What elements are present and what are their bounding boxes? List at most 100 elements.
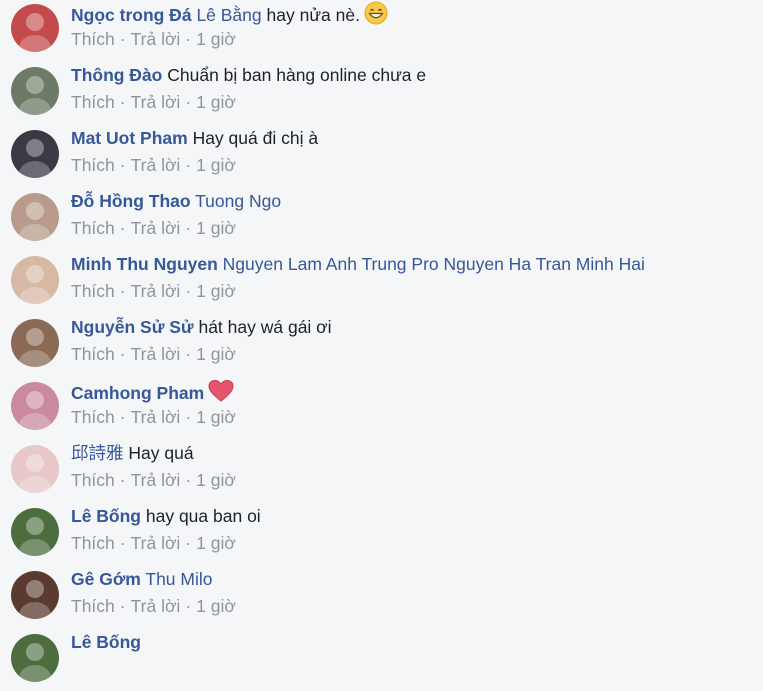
reply-link[interactable]: Trả lời xyxy=(131,344,181,364)
avatar[interactable] xyxy=(11,193,59,241)
avatar[interactable] xyxy=(11,4,59,52)
comment-author-link[interactable]: Mat Uot Pham xyxy=(71,128,188,148)
comment-timestamp[interactable]: 1 giờ xyxy=(196,407,236,427)
separator-dot: · xyxy=(119,218,126,238)
comment-actions: Thích · Trả lời · 1 giờ xyxy=(71,406,236,428)
comment-timestamp[interactable]: 1 giờ xyxy=(196,596,236,616)
reply-link[interactable]: Trả lời xyxy=(131,407,181,427)
comment-author-link[interactable]: Đỗ Hồng Thao xyxy=(71,191,191,211)
comment-author-link[interactable]: Nguyễn Sử Sử xyxy=(71,317,194,337)
separator-dot: · xyxy=(119,470,126,490)
like-link[interactable]: Thích xyxy=(71,533,115,553)
separator-dot: · xyxy=(119,29,126,49)
separator-dot: · xyxy=(119,92,126,112)
comment-author-link[interactable]: Lê Bống xyxy=(71,506,141,526)
comment-timestamp[interactable]: 1 giờ xyxy=(196,29,236,49)
like-link[interactable]: Thích xyxy=(71,29,115,49)
comment-text: Hay quá đi chị à xyxy=(192,128,319,148)
comment-author-link[interactable]: Minh Thu Nguyen xyxy=(71,254,218,274)
comment-text: Chuẩn bị ban hàng online chưa e xyxy=(167,65,427,85)
comment-text: hay nửa nè. xyxy=(266,5,360,25)
comment-body: Gê Gớm Thu Milo xyxy=(71,568,212,590)
comment-body: Thông Đào Chuẩn bị ban hàng online chưa … xyxy=(71,64,426,86)
tagged-user-link[interactable]: Lê Bằng xyxy=(196,5,261,25)
like-link[interactable]: Thích xyxy=(71,92,115,112)
comment-author-link[interactable]: Gê Gớm xyxy=(71,569,141,589)
comment-timestamp[interactable]: 1 giờ xyxy=(196,281,236,301)
comment-body: Lê Bống hay qua ban oi xyxy=(71,505,261,527)
grinning-emoji xyxy=(364,1,388,30)
comment-timestamp[interactable]: 1 giờ xyxy=(196,218,236,238)
reply-link[interactable]: Trả lời xyxy=(131,29,181,49)
comment-item: Mat Uot Pham Hay quá đi chị à Thích · Trả l… xyxy=(0,124,763,187)
avatar[interactable] xyxy=(11,571,59,619)
comment-actions: Thích · Trả lời · 1 giờ xyxy=(71,532,236,554)
avatar[interactable] xyxy=(11,634,59,682)
comment-author-link[interactable]: 邱詩雅 xyxy=(71,444,124,464)
avatar[interactable] xyxy=(11,130,59,178)
reply-link[interactable]: Trả lời xyxy=(131,92,181,112)
avatar[interactable] xyxy=(11,508,59,556)
comment-actions: Thích · Trả lời · 1 giờ xyxy=(71,217,236,239)
avatar[interactable] xyxy=(11,382,59,430)
comment-actions: Thích · Trả lời · 1 giờ xyxy=(71,91,236,113)
separator-dot: · xyxy=(119,155,126,175)
like-link[interactable]: Thích xyxy=(71,218,115,238)
comment-actions: Thích · Trả lời · 1 giờ xyxy=(71,280,236,302)
comment-actions: Thích · Trả lời · 1 giờ xyxy=(71,28,236,50)
comment-item: Gê Gớm Thu Milo Thích · Trả lời · 1 giờ xyxy=(0,565,763,628)
comment-timestamp[interactable]: 1 giờ xyxy=(196,533,236,553)
comment-body: Ngọc trong Đá Lê Bằng hay nửa nè. xyxy=(71,1,388,30)
comment-item: Nguyễn Sử Sử hát hay wá gái ơi Thích · Trả … xyxy=(0,313,763,376)
avatar[interactable] xyxy=(11,256,59,304)
tagged-user-link[interactable]: Nguyen Lam Anh Trung Pro Nguyen Ha Tran … xyxy=(223,254,645,274)
like-link[interactable]: Thích xyxy=(71,596,115,616)
comment-author-link[interactable]: Ngọc trong Đá xyxy=(71,5,192,25)
like-link[interactable]: Thích xyxy=(71,470,115,490)
reply-link[interactable]: Trả lời xyxy=(131,533,181,553)
avatar[interactable] xyxy=(11,445,59,493)
reply-link[interactable]: Trả lời xyxy=(131,218,181,238)
comment-timestamp[interactable]: 1 giờ xyxy=(196,155,236,175)
comment-item: Thông Đào Chuẩn bị ban hàng online chưa … xyxy=(0,61,763,124)
comment-author-link[interactable]: Thông Đào xyxy=(71,65,162,85)
separator-dot: · xyxy=(119,344,126,364)
reply-link[interactable]: Trả lời xyxy=(131,281,181,301)
reply-link[interactable]: Trả lời xyxy=(131,596,181,616)
comment-body: Lê Bống xyxy=(71,631,141,653)
reply-link[interactable]: Trả lời xyxy=(131,470,181,490)
comment-author-link[interactable]: Lê Bống xyxy=(71,632,141,652)
like-link[interactable]: Thích xyxy=(71,344,115,364)
separator-dot: · xyxy=(185,407,192,427)
avatar[interactable] xyxy=(11,319,59,367)
separator-dot: · xyxy=(185,218,192,238)
comment-timestamp[interactable]: 1 giờ xyxy=(196,344,236,364)
comment-timestamp[interactable]: 1 giờ xyxy=(196,470,236,490)
comment-text: Hay quá xyxy=(128,443,194,463)
comment-actions: Thích · Trả lời · 1 giờ xyxy=(71,343,236,365)
comment-body: 邱詩雅 Hay quá xyxy=(71,442,194,465)
like-link[interactable]: Thích xyxy=(71,407,115,427)
separator-dot: · xyxy=(119,596,126,616)
comment-actions: Thích · Trả lời · 1 giờ xyxy=(71,154,236,176)
reply-link[interactable]: Trả lời xyxy=(131,155,181,175)
separator-dot: · xyxy=(185,533,192,553)
comment-text: hát hay wá gái ơi xyxy=(198,317,332,337)
tagged-user-link[interactable]: Tuong Ngo xyxy=(195,191,281,211)
separator-dot: · xyxy=(185,470,192,490)
separator-dot: · xyxy=(185,344,192,364)
separator-dot: · xyxy=(119,281,126,301)
comment-item: 邱詩雅 Hay quá Thích · Trả lời · 1 giờ xyxy=(0,439,763,502)
separator-dot: · xyxy=(119,407,126,427)
like-link[interactable]: Thích xyxy=(71,281,115,301)
like-link[interactable]: Thích xyxy=(71,155,115,175)
comment-author-link[interactable]: Camhong Pham xyxy=(71,383,204,403)
comment-item: Ngọc trong Đá Lê Bằng hay nửa nè. Thích · T… xyxy=(0,0,763,61)
avatar[interactable] xyxy=(11,67,59,115)
comment-item: Camhong Pham Thích · Trả lời · 1 giờ xyxy=(0,376,763,439)
tagged-user-link[interactable]: Thu Milo xyxy=(145,569,212,589)
comment-body: Nguyễn Sử Sử hát hay wá gái ơi xyxy=(71,316,332,338)
comment-text: hay qua ban oi xyxy=(145,506,261,526)
comment-timestamp[interactable]: 1 giờ xyxy=(196,92,236,112)
separator-dot: · xyxy=(185,92,192,112)
